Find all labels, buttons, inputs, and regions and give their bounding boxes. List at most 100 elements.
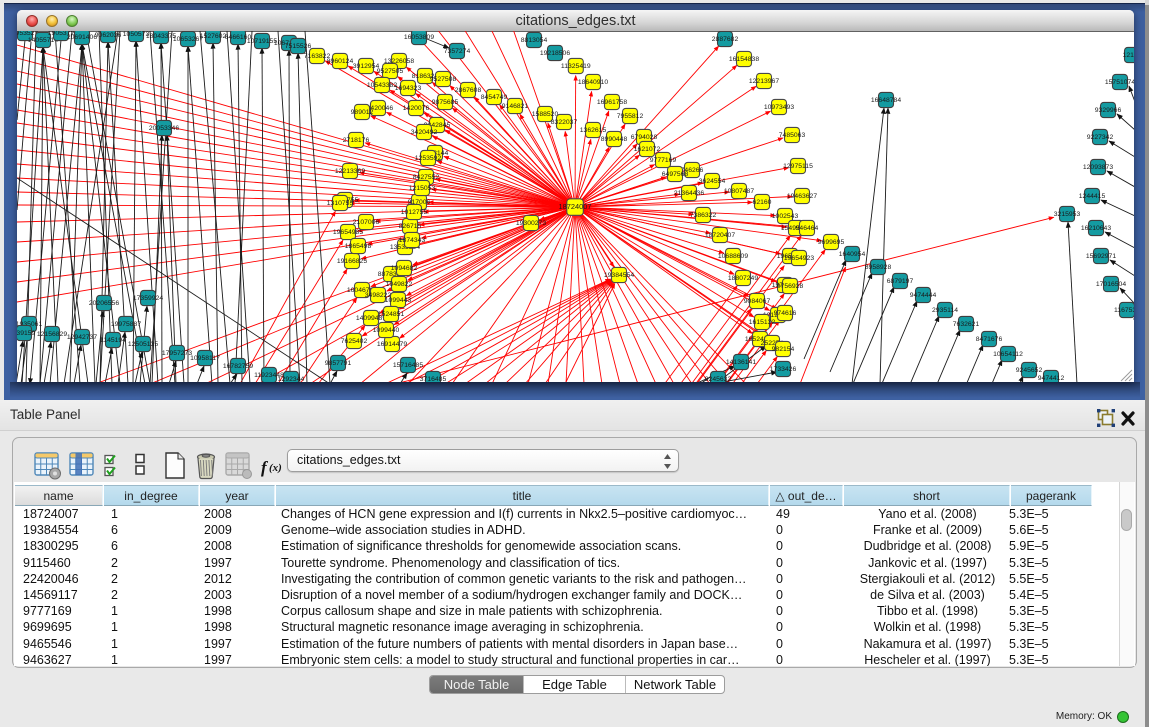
svg-text:8958928: 8958928 bbox=[865, 264, 892, 271]
svg-text:9245652: 9245652 bbox=[1016, 367, 1043, 374]
svg-text:16961758: 16961758 bbox=[597, 99, 627, 106]
svg-text:1094682: 1094682 bbox=[391, 265, 418, 272]
svg-text:1524851: 1524851 bbox=[378, 311, 405, 318]
svg-text:7515526: 7515526 bbox=[285, 43, 312, 50]
svg-text:19166825: 19166825 bbox=[337, 258, 367, 265]
svg-text:1420076: 1420076 bbox=[403, 105, 430, 112]
svg-text:12975115: 12975115 bbox=[783, 163, 813, 170]
svg-text:1527602: 1527602 bbox=[200, 33, 227, 40]
svg-text:12213967: 12213967 bbox=[749, 78, 779, 85]
svg-text:826715: 826715 bbox=[399, 223, 422, 230]
svg-text:1733426: 1733426 bbox=[770, 366, 797, 373]
svg-text:16782759: 16782759 bbox=[223, 363, 253, 370]
svg-text:3624554: 3624554 bbox=[699, 178, 726, 185]
svg-text:8471676: 8471676 bbox=[976, 336, 1003, 343]
svg-text:9245632: 9245632 bbox=[705, 376, 732, 382]
svg-text:12505135: 12505135 bbox=[128, 341, 158, 348]
svg-text:2107006: 2107006 bbox=[353, 219, 380, 226]
svg-text:19654985: 19654985 bbox=[333, 229, 363, 236]
svg-text:1049822: 1049822 bbox=[386, 281, 413, 288]
svg-text:7386322: 7386322 bbox=[690, 212, 717, 219]
svg-text:1253592: 1253592 bbox=[415, 155, 442, 162]
svg-text:9084067: 9084067 bbox=[744, 298, 771, 305]
svg-text:8813054: 8813054 bbox=[521, 37, 548, 44]
svg-text:6879197: 6879197 bbox=[887, 278, 914, 285]
svg-text:9756928: 9756928 bbox=[777, 283, 804, 290]
svg-text:989012: 989012 bbox=[351, 109, 374, 116]
svg-text:1615132: 1615132 bbox=[749, 319, 776, 326]
svg-text:19463627: 19463627 bbox=[787, 193, 817, 200]
svg-text:3420492: 3420492 bbox=[411, 129, 438, 136]
svg-text:7632621: 7632621 bbox=[953, 321, 980, 328]
svg-text:9699695: 9699695 bbox=[818, 239, 845, 246]
svg-text:10654112: 10654112 bbox=[993, 351, 1023, 358]
svg-text:1694323: 1694323 bbox=[395, 85, 422, 92]
svg-text:16154838: 16154838 bbox=[729, 56, 759, 63]
svg-text:18043375: 18043375 bbox=[146, 33, 176, 40]
svg-text:2718176: 2718176 bbox=[343, 137, 370, 144]
svg-text:20206556: 20206556 bbox=[89, 300, 119, 307]
svg-text:16210643: 16210643 bbox=[1081, 225, 1111, 232]
svg-text:12093873: 12093873 bbox=[1083, 164, 1113, 171]
svg-text:1292344: 1292344 bbox=[278, 376, 305, 382]
svg-text:2887682: 2887682 bbox=[712, 36, 739, 43]
svg-text:19300273: 19300273 bbox=[516, 220, 546, 227]
svg-text:12156829: 12156829 bbox=[37, 331, 67, 338]
svg-text:9474412: 9474412 bbox=[1038, 375, 1065, 382]
svg-text:8990448: 8990448 bbox=[601, 136, 628, 143]
svg-text:9227342: 9227342 bbox=[1087, 134, 1114, 141]
svg-text:3716485: 3716485 bbox=[420, 376, 447, 382]
svg-text:10807487: 10807487 bbox=[724, 188, 754, 195]
svg-text:16648784: 16648784 bbox=[871, 97, 901, 104]
svg-text:7357274: 7357274 bbox=[444, 48, 471, 55]
svg-text:9777169: 9777169 bbox=[650, 157, 677, 164]
svg-text:1012755: 1012755 bbox=[401, 209, 428, 216]
svg-text:982154: 982154 bbox=[772, 346, 795, 353]
svg-text:9474444: 9474444 bbox=[910, 292, 937, 299]
svg-text:f: f bbox=[261, 458, 269, 477]
svg-text:9875685: 9875685 bbox=[432, 99, 459, 106]
svg-text:1640954: 1640954 bbox=[839, 251, 866, 258]
svg-text:1099443: 1099443 bbox=[385, 297, 412, 304]
svg-text:16053809: 16053809 bbox=[404, 34, 434, 41]
svg-text:2935114: 2935114 bbox=[932, 307, 958, 314]
svg-text:10719155: 10719155 bbox=[247, 38, 277, 45]
svg-text:8454749: 8454749 bbox=[481, 94, 508, 101]
svg-text:6794028: 6794028 bbox=[631, 134, 658, 141]
svg-text:18724007: 18724007 bbox=[559, 202, 592, 211]
svg-text:1145194: 1145194 bbox=[100, 337, 126, 344]
svg-text:1244415: 1244415 bbox=[1079, 193, 1106, 200]
svg-text:10958117: 10958117 bbox=[190, 355, 220, 362]
svg-text:19654923: 19654923 bbox=[784, 255, 814, 262]
svg-text:7955812: 7955812 bbox=[617, 113, 644, 120]
svg-text:21364436: 21364436 bbox=[674, 190, 704, 197]
svg-text:62160: 62160 bbox=[753, 199, 772, 206]
svg-text:974616: 974616 bbox=[774, 310, 797, 317]
svg-text:18807249: 18807249 bbox=[728, 275, 758, 282]
svg-text:7625402: 7625402 bbox=[341, 338, 368, 345]
svg-text:1099440: 1099440 bbox=[373, 327, 400, 334]
svg-text:19218506: 19218506 bbox=[540, 50, 570, 57]
svg-text:9527505: 9527505 bbox=[377, 68, 404, 75]
svg-text:1588520: 1588520 bbox=[532, 111, 559, 118]
svg-text:11325419: 11325419 bbox=[561, 63, 591, 70]
svg-text:10543382: 10543382 bbox=[367, 82, 397, 89]
svg-text:15692971: 15692971 bbox=[1086, 253, 1116, 260]
svg-text:17016504: 17016504 bbox=[1096, 281, 1126, 288]
svg-text:1002543: 1002543 bbox=[772, 213, 799, 220]
svg-text:7485063: 7485063 bbox=[779, 132, 806, 139]
svg-text:9329966: 9329966 bbox=[1095, 107, 1122, 114]
svg-text:10973493: 10973493 bbox=[764, 104, 794, 111]
svg-text:20053346: 20053346 bbox=[149, 125, 179, 132]
svg-text:3912954: 3912954 bbox=[353, 63, 380, 70]
svg-text:19975887: 19975887 bbox=[111, 321, 141, 328]
svg-text:1362615: 1362615 bbox=[580, 127, 607, 134]
svg-text:1167534: 1167534 bbox=[1114, 307, 1134, 314]
svg-text:1874343: 1874343 bbox=[399, 237, 426, 244]
svg-text:1865498: 1865498 bbox=[345, 243, 372, 250]
svg-text:939159: 939159 bbox=[17, 330, 36, 337]
svg-text:2867608: 2867608 bbox=[455, 87, 482, 94]
svg-text:9146821: 9146821 bbox=[502, 103, 529, 110]
svg-text:6497568: 6497568 bbox=[662, 171, 689, 178]
svg-text:1621072: 1621072 bbox=[634, 146, 661, 153]
